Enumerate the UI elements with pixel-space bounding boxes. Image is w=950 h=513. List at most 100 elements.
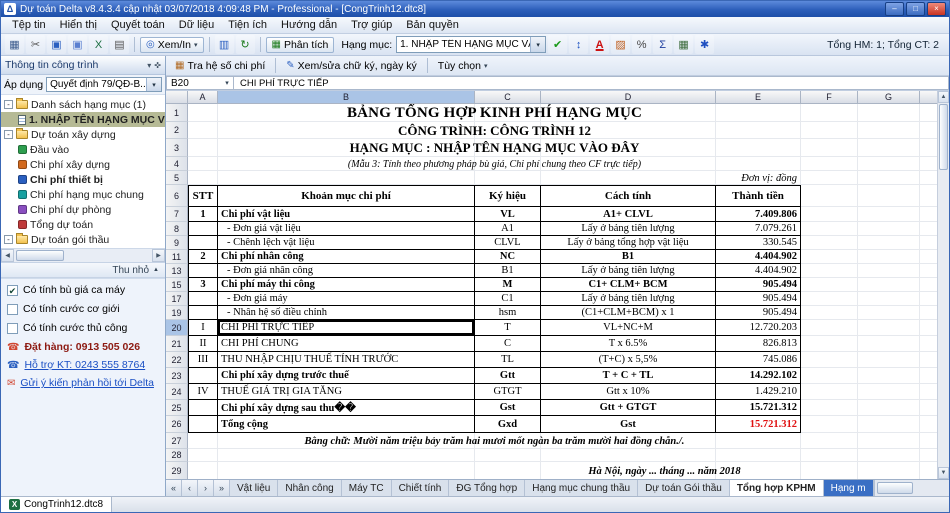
menu-item-ban-quyen[interactable]: Bản quyền xyxy=(399,18,466,32)
cell[interactable] xyxy=(858,462,920,479)
checkbox-icon[interactable] xyxy=(7,304,18,315)
cell[interactable]: B1 xyxy=(475,264,541,278)
cell[interactable] xyxy=(858,264,920,278)
cell[interactable]: I xyxy=(188,320,218,336)
tree-item-chi-phi-thiet-bi[interactable]: Chi phí thiết bị xyxy=(1,172,165,187)
xem-sua-chu-ky-button[interactable]: ✎Xem/sửa chữ ký, ngày ký xyxy=(281,59,422,73)
menu-item-huong-dan[interactable]: Hướng dẫn xyxy=(274,18,344,32)
cell[interactable] xyxy=(801,250,858,264)
cell[interactable] xyxy=(188,462,218,479)
cell[interactable] xyxy=(920,336,937,352)
tuy-chon-button[interactable]: Tùy chọn▾ xyxy=(433,59,493,73)
row-header-26[interactable]: 26 xyxy=(166,416,188,433)
cell[interactable] xyxy=(188,416,218,433)
chevron-down-icon[interactable]: ▾ xyxy=(221,79,233,87)
horizontal-scrollbar[interactable] xyxy=(874,480,949,496)
cell[interactable]: III xyxy=(188,352,218,368)
cell[interactable]: 1.429.210 xyxy=(716,384,801,400)
cell[interactable]: - Đơn giá vật liệu xyxy=(218,222,475,236)
row-header-5[interactable]: 5 xyxy=(166,171,188,185)
cell-name-box[interactable]: B20 ▾ xyxy=(166,76,234,90)
tree-item-dau-vao[interactable]: Đầu vào xyxy=(1,142,165,157)
cell[interactable] xyxy=(801,400,858,416)
checkbox-co-tinh-cuoc-thu-cong[interactable]: Có tính cước thủ công xyxy=(7,322,159,334)
cell[interactable] xyxy=(188,222,218,236)
cell[interactable] xyxy=(188,236,218,250)
move-updown-icon[interactable]: ↕ xyxy=(569,35,588,54)
sheet-tab-hang-m[interactable]: Hạng m xyxy=(824,480,874,496)
cell[interactable] xyxy=(858,222,920,236)
cell[interactable]: 826.813 xyxy=(716,336,801,352)
cell[interactable]: Gtt x 10% xyxy=(541,384,716,400)
checkbox-icon[interactable] xyxy=(7,323,18,334)
cell[interactable]: TL xyxy=(475,352,541,368)
cell[interactable] xyxy=(801,139,858,157)
row-header-22[interactable]: 22 xyxy=(166,352,188,368)
row-header-9[interactable]: 9 xyxy=(166,236,188,250)
cell[interactable]: Khoản mục chi phí xyxy=(218,185,475,207)
cell[interactable] xyxy=(801,171,858,185)
cell[interactable] xyxy=(801,207,858,222)
cell[interactable] xyxy=(858,250,920,264)
scroll-down-icon[interactable]: ▼ xyxy=(938,467,949,479)
expander-icon[interactable]: - xyxy=(4,130,13,139)
cell[interactable]: 905.494 xyxy=(716,306,801,320)
cell[interactable]: C xyxy=(475,336,541,352)
row-header-2[interactable]: 2 xyxy=(166,122,188,139)
cell[interactable]: 7.079.261 xyxy=(716,222,801,236)
chevron-down-icon[interactable]: ▾ xyxy=(530,37,545,52)
cell[interactable]: hsm xyxy=(475,306,541,320)
cell[interactable]: 14.292.102 xyxy=(716,368,801,384)
tab-nav-first-icon[interactable]: « xyxy=(166,480,182,496)
column-header-b[interactable]: B xyxy=(218,91,475,104)
collapse-label[interactable]: Thu nhỏ xyxy=(112,265,149,276)
tree-item-chi-phi-du-phong[interactable]: Chi phí dự phòng xyxy=(1,202,165,217)
column-header-e[interactable]: E xyxy=(716,91,801,104)
row-header-21[interactable]: 21 xyxy=(166,336,188,352)
tree-item-chi-phi-hang-muc-chung[interactable]: Chi phí hạng mục chung xyxy=(1,187,165,202)
cell[interactable]: Chi phí máy thi công xyxy=(218,278,475,292)
cell[interactable] xyxy=(920,157,937,171)
cell[interactable] xyxy=(188,306,218,320)
cell[interactable]: 905.494 xyxy=(716,278,801,292)
collapse-bar[interactable]: Thu nhỏ ▲ xyxy=(1,262,165,278)
cell[interactable]: THU NHẬP CHỊU THUẾ TÍNH TRƯỚC xyxy=(218,352,475,368)
cell[interactable]: 15.721.312 xyxy=(716,400,801,416)
save-icon[interactable]: ▣ xyxy=(47,35,66,54)
cell[interactable] xyxy=(920,292,937,306)
cell[interactable] xyxy=(858,449,920,462)
tree-horizontal-scrollbar[interactable]: ◀ ▶ xyxy=(1,248,165,262)
row-header-6[interactable]: 6 xyxy=(166,185,188,207)
menu-item-du-lieu[interactable]: Dữ liệu xyxy=(172,18,222,32)
checkbox-icon[interactable]: ✔ xyxy=(7,285,18,296)
tree-item-du-toan-goi-thau[interactable]: -Dự toán gói thầu xyxy=(1,232,165,247)
cell[interactable]: Gtt + GTGT xyxy=(541,400,716,416)
cell[interactable]: NC xyxy=(475,250,541,264)
row-header-27[interactable]: 27 xyxy=(166,433,188,449)
cell[interactable]: Lấy ở bảng tiên lượng xyxy=(541,292,716,306)
hang-muc-combo[interactable]: 1. NHẬP TÊN HẠNG MỤC VÀ...▾ xyxy=(396,36,546,53)
cell[interactable]: CHI PHÍ TRỰC TIẾP xyxy=(218,320,475,336)
vertical-scrollbar[interactable]: ▲ ▼ xyxy=(937,91,949,479)
excel-export-icon[interactable]: X xyxy=(89,35,108,54)
minimize-button[interactable]: – xyxy=(885,2,904,16)
cell[interactable]: C1+ CLM+ BCM xyxy=(541,278,716,292)
column-header-d[interactable]: D xyxy=(541,91,716,104)
link-gui-y-kien-phan-hoi-toi-delta[interactable]: ✉Gửi ý kiến phản hồi tới Delta xyxy=(7,377,159,389)
cell[interactable] xyxy=(920,236,937,250)
cell[interactable] xyxy=(920,185,937,207)
cell[interactable] xyxy=(801,416,858,433)
cell[interactable] xyxy=(801,236,858,250)
cell[interactable] xyxy=(920,433,937,449)
cell[interactable]: 15.721.312 xyxy=(716,416,801,433)
cell[interactable] xyxy=(858,433,920,449)
cut-icon[interactable]: ✂ xyxy=(26,35,45,54)
cell[interactable] xyxy=(858,278,920,292)
cell[interactable] xyxy=(801,306,858,320)
cell[interactable]: Gst xyxy=(541,416,716,433)
cell[interactable]: A1+ CLVL xyxy=(541,207,716,222)
cell[interactable] xyxy=(801,433,858,449)
row-header-19[interactable]: 19 xyxy=(166,306,188,320)
tab-nav-prev-icon[interactable]: ‹ xyxy=(182,480,198,496)
cell[interactable] xyxy=(858,139,920,157)
